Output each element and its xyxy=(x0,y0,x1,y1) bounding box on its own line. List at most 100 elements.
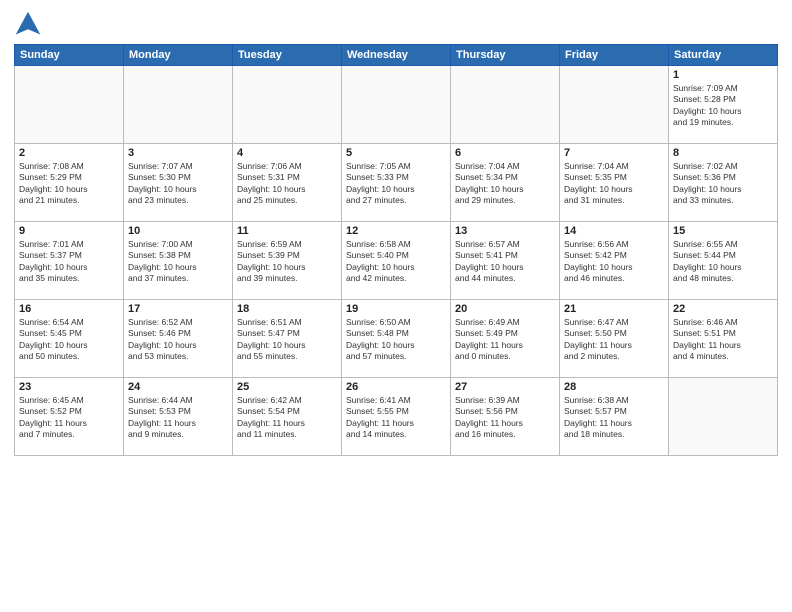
day-info: Sunrise: 6:55 AM Sunset: 5:44 PM Dayligh… xyxy=(673,239,773,285)
calendar-cell: 20Sunrise: 6:49 AM Sunset: 5:49 PM Dayli… xyxy=(451,300,560,378)
day-number: 27 xyxy=(455,381,555,393)
day-info: Sunrise: 6:38 AM Sunset: 5:57 PM Dayligh… xyxy=(564,395,664,441)
calendar-cell: 26 Sunrise: 6:41 AM Sunset: 5:55 PM Dayli… xyxy=(342,378,451,456)
calendar-cell: 17 Sunrise: 6:52 AM Sunset: 5:46 PM Dayli… xyxy=(124,300,233,378)
calendar-cell: 7 Sunrise: 7:04 AM Sunset: 5:35 PM Daylig… xyxy=(560,144,669,222)
day-info: Sunrise: 6:58 AM Sunset: 5:40 PM Dayligh… xyxy=(346,239,446,285)
calendar-cell xyxy=(669,378,778,456)
day-number: 24 xyxy=(128,381,228,393)
day-info: Sunrise: 7:02 AM Sunset: 5:36 PM Dayligh… xyxy=(673,161,773,207)
day-info: Sunrise: 6:59 AM Sunset: 5:39 PM Dayligh… xyxy=(237,239,337,285)
day-number: 17 xyxy=(128,303,228,315)
day-info: Sunrise: 6:45 AM Sunset: 5:52 PM Dayligh… xyxy=(19,395,119,441)
calendar-cell: 4 Sunrise: 7:06 AM Sunset: 5:31 PM Daylig… xyxy=(233,144,342,222)
calendar: SundayMondayTuesdayWednesdayThursdayFrid… xyxy=(14,44,778,456)
day-number: 1 xyxy=(673,69,773,81)
page: SundayMondayTuesdayWednesdayThursdayFrid… xyxy=(0,0,792,612)
calendar-cell xyxy=(342,66,451,144)
day-number: 7 xyxy=(564,147,664,159)
calendar-cell xyxy=(451,66,560,144)
day-number: 16 xyxy=(19,303,119,315)
calendar-cell xyxy=(124,66,233,144)
day-number: 5 xyxy=(346,147,446,159)
day-info: Sunrise: 7:04 AM Sunset: 5:35 PM Dayligh… xyxy=(564,161,664,207)
day-info: Sunrise: 6:52 AM Sunset: 5:46 PM Dayligh… xyxy=(128,317,228,363)
day-number: 2 xyxy=(19,147,119,159)
day-number: 19 xyxy=(346,303,446,315)
day-number: 3 xyxy=(128,147,228,159)
day-number: 28 xyxy=(564,381,664,393)
day-info: Sunrise: 6:46 AM Sunset: 5:51 PM Dayligh… xyxy=(673,317,773,363)
day-number: 25 xyxy=(237,381,337,393)
calendar-week-row: 2 Sunrise: 7:08 AM Sunset: 5:29 PM Daylig… xyxy=(15,144,778,222)
day-info: Sunrise: 6:49 AM Sunset: 5:49 PM Dayligh… xyxy=(455,317,555,363)
day-info: Sunrise: 6:41 AM Sunset: 5:55 PM Dayligh… xyxy=(346,395,446,441)
header xyxy=(14,10,778,38)
day-number: 26 xyxy=(346,381,446,393)
day-number: 15 xyxy=(673,225,773,237)
day-info: Sunrise: 6:44 AM Sunset: 5:53 PM Dayligh… xyxy=(128,395,228,441)
day-info: Sunrise: 6:56 AM Sunset: 5:42 PM Dayligh… xyxy=(564,239,664,285)
calendar-week-row: 9 Sunrise: 7:01 AM Sunset: 5:37 PM Daylig… xyxy=(15,222,778,300)
day-info: Sunrise: 6:47 AM Sunset: 5:50 PM Dayligh… xyxy=(564,317,664,363)
calendar-cell: 21 Sunrise: 6:47 AM Sunset: 5:50 PM Dayli… xyxy=(560,300,669,378)
day-info: Sunrise: 7:06 AM Sunset: 5:31 PM Dayligh… xyxy=(237,161,337,207)
day-info: Sunrise: 6:42 AM Sunset: 5:54 PM Dayligh… xyxy=(237,395,337,441)
day-number: 13 xyxy=(455,225,555,237)
day-number: 14 xyxy=(564,225,664,237)
calendar-cell: 12 Sunrise: 6:58 AM Sunset: 5:40 PM Dayli… xyxy=(342,222,451,300)
day-number: 21 xyxy=(564,303,664,315)
day-info: Sunrise: 7:07 AM Sunset: 5:30 PM Dayligh… xyxy=(128,161,228,207)
calendar-cell: 1 Sunrise: 7:09 AM Sunset: 5:28 PM Daylig… xyxy=(669,66,778,144)
calendar-cell: 24 Sunrise: 6:44 AM Sunset: 5:53 PM Dayli… xyxy=(124,378,233,456)
day-number: 11 xyxy=(237,225,337,237)
calendar-cell: 8 Sunrise: 7:02 AM Sunset: 5:36 PM Daylig… xyxy=(669,144,778,222)
calendar-week-row: 1 Sunrise: 7:09 AM Sunset: 5:28 PM Daylig… xyxy=(15,66,778,144)
day-number: 18 xyxy=(237,303,337,315)
day-info: Sunrise: 7:01 AM Sunset: 5:37 PM Dayligh… xyxy=(19,239,119,285)
calendar-week-row: 23 Sunrise: 6:45 AM Sunset: 5:52 PM Dayli… xyxy=(15,378,778,456)
calendar-cell: 9 Sunrise: 7:01 AM Sunset: 5:37 PM Daylig… xyxy=(15,222,124,300)
calendar-cell xyxy=(233,66,342,144)
calendar-cell: 19 Sunrise: 6:50 AM Sunset: 5:48 PM Dayli… xyxy=(342,300,451,378)
calendar-cell: 25 Sunrise: 6:42 AM Sunset: 5:54 PM Dayli… xyxy=(233,378,342,456)
day-number: 22 xyxy=(673,303,773,315)
calendar-cell: 2 Sunrise: 7:08 AM Sunset: 5:29 PM Daylig… xyxy=(15,144,124,222)
calendar-cell: 16 Sunrise: 6:54 AM Sunset: 5:45 PM Dayli… xyxy=(15,300,124,378)
logo xyxy=(14,10,46,38)
calendar-cell: 14 Sunrise: 6:56 AM Sunset: 5:42 PM Dayli… xyxy=(560,222,669,300)
logo-icon xyxy=(14,10,42,38)
calendar-cell: 28 Sunrise: 6:38 AM Sunset: 5:57 PM Dayli… xyxy=(560,378,669,456)
calendar-cell: 3 Sunrise: 7:07 AM Sunset: 5:30 PM Daylig… xyxy=(124,144,233,222)
calendar-cell: 15 Sunrise: 6:55 AM Sunset: 5:44 PM Dayli… xyxy=(669,222,778,300)
day-number: 8 xyxy=(673,147,773,159)
day-of-week-header: Monday xyxy=(124,45,233,66)
calendar-header-row: SundayMondayTuesdayWednesdayThursdayFrid… xyxy=(15,45,778,66)
day-info: Sunrise: 7:05 AM Sunset: 5:33 PM Dayligh… xyxy=(346,161,446,207)
calendar-cell: 27 Sunrise: 6:39 AM Sunset: 5:56 PM Dayli… xyxy=(451,378,560,456)
calendar-cell: 11 Sunrise: 6:59 AM Sunset: 5:39 PM Dayli… xyxy=(233,222,342,300)
day-info: Sunrise: 6:50 AM Sunset: 5:48 PM Dayligh… xyxy=(346,317,446,363)
calendar-cell xyxy=(15,66,124,144)
day-of-week-header: Sunday xyxy=(15,45,124,66)
day-info: Sunrise: 6:57 AM Sunset: 5:41 PM Dayligh… xyxy=(455,239,555,285)
day-number: 10 xyxy=(128,225,228,237)
calendar-cell: 23 Sunrise: 6:45 AM Sunset: 5:52 PM Dayli… xyxy=(15,378,124,456)
day-number: 12 xyxy=(346,225,446,237)
calendar-cell: 6Sunrise: 7:04 AM Sunset: 5:34 PM Daylig… xyxy=(451,144,560,222)
day-number: 9 xyxy=(19,225,119,237)
day-number: 23 xyxy=(19,381,119,393)
day-info: Sunrise: 6:54 AM Sunset: 5:45 PM Dayligh… xyxy=(19,317,119,363)
day-of-week-header: Friday xyxy=(560,45,669,66)
day-of-week-header: Thursday xyxy=(451,45,560,66)
day-info: Sunrise: 7:09 AM Sunset: 5:28 PM Dayligh… xyxy=(673,83,773,129)
day-info: Sunrise: 7:08 AM Sunset: 5:29 PM Dayligh… xyxy=(19,161,119,207)
day-of-week-header: Wednesday xyxy=(342,45,451,66)
calendar-week-row: 16 Sunrise: 6:54 AM Sunset: 5:45 PM Dayli… xyxy=(15,300,778,378)
day-of-week-header: Saturday xyxy=(669,45,778,66)
calendar-cell: 13 Sunrise: 6:57 AM Sunset: 5:41 PM Dayli… xyxy=(451,222,560,300)
day-of-week-header: Tuesday xyxy=(233,45,342,66)
day-info: Sunrise: 7:04 AM Sunset: 5:34 PM Dayligh… xyxy=(455,161,555,207)
day-number: 4 xyxy=(237,147,337,159)
day-info: Sunrise: 6:39 AM Sunset: 5:56 PM Dayligh… xyxy=(455,395,555,441)
